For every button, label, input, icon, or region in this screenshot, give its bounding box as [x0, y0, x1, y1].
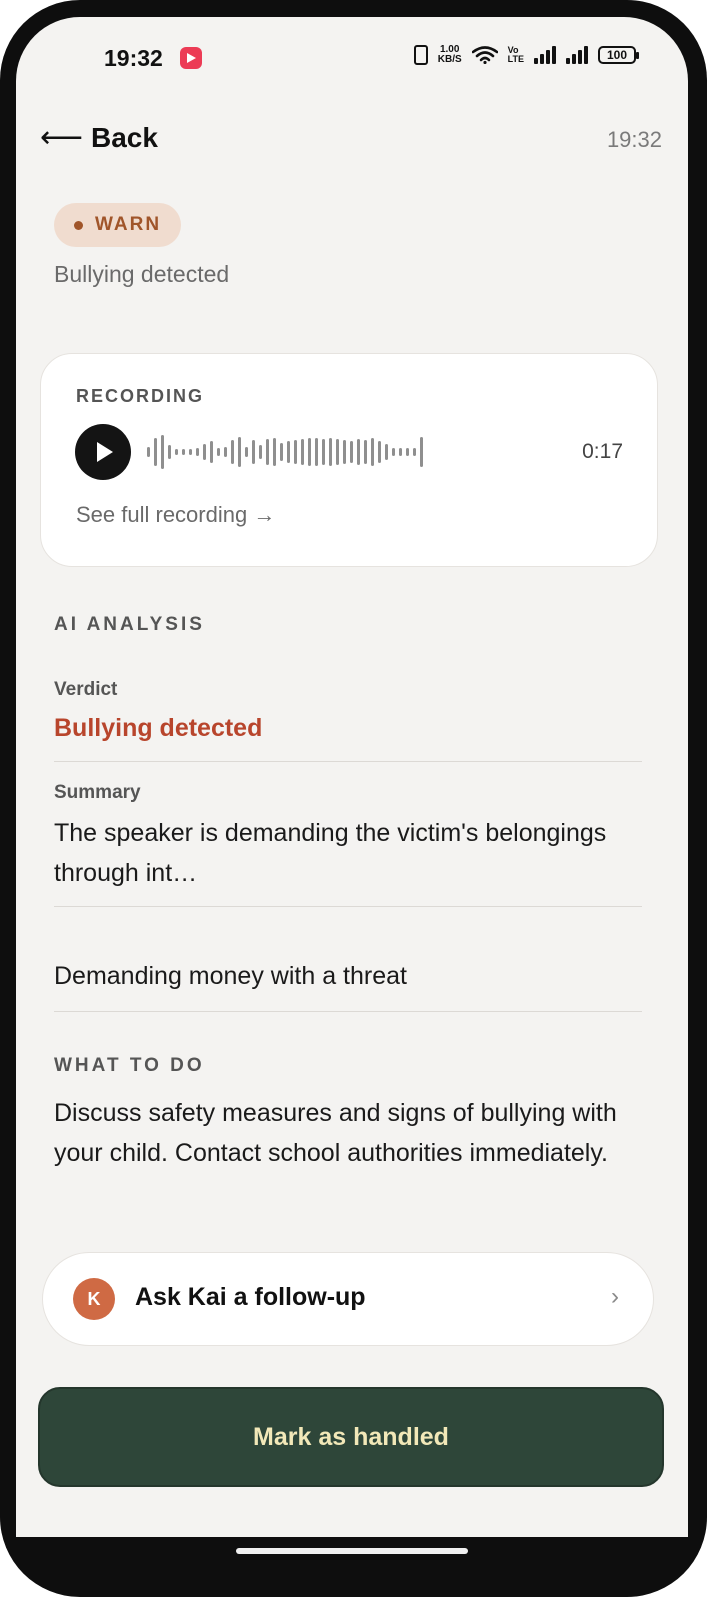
status-time: 19:32 [104, 45, 163, 71]
waveform-bar [336, 439, 339, 465]
header-time: 19:32 [606, 127, 662, 152]
waveform-bar [357, 439, 360, 465]
status-icons: 1.00 KB/S Vo LTE 100 [413, 45, 639, 65]
waveform-bar [168, 445, 171, 459]
what-to-do-title: WHAT TO DO [54, 1055, 205, 1076]
phone-frame: 19:32 1.00 KB/S Vo LTE 100 ⟵ Back 19:32 … [0, 0, 707, 1597]
ai-analysis-title: AI ANALYSIS [54, 614, 205, 635]
waveform-bar [322, 439, 325, 465]
wifi-icon [471, 46, 498, 64]
waveform-bar [371, 438, 374, 466]
verdict-label: Verdict [54, 679, 118, 700]
waveform-bar [378, 441, 381, 463]
audio-waveform[interactable] [147, 434, 547, 470]
waveform-bar [259, 445, 262, 459]
recording-card: RECORDING 0:17 See full recording → [40, 353, 658, 567]
waveform-bar [343, 440, 346, 464]
waveform-bar [399, 448, 402, 456]
play-button[interactable] [75, 424, 131, 480]
waveform-bar [287, 441, 290, 463]
volte-bottom: LTE [507, 54, 524, 64]
waveform-bar [252, 440, 255, 464]
net-speed: 1.00 KB/S [438, 45, 462, 65]
waveform-bar [203, 444, 206, 460]
waveform-bar [217, 448, 220, 456]
waveform-bar [406, 448, 409, 456]
ask-follow-up-button[interactable]: K Ask Kai a follow-up › [42, 1252, 654, 1346]
waveform-bar [350, 441, 353, 463]
waveform-bar [266, 439, 269, 465]
waveform-bar [245, 447, 248, 457]
chevron-right-icon: › [611, 1283, 619, 1310]
waveform-bar [210, 441, 213, 463]
signal-icon [534, 46, 556, 64]
waveform-bar [161, 435, 164, 469]
avatar: K [73, 1278, 115, 1320]
recording-duration: 0:17 [582, 440, 623, 463]
battery-icon: 100 [598, 46, 639, 64]
youtube-notification-icon [180, 47, 202, 69]
warn-dot-icon [74, 220, 83, 230]
waveform-bar [364, 440, 367, 464]
summary-text: The speaker is demanding the victim's be… [54, 819, 607, 887]
home-indicator[interactable] [236, 1548, 468, 1554]
screen: 19:32 1.00 KB/S Vo LTE 100 ⟵ Back 19:32 … [16, 17, 688, 1537]
waveform-bar [280, 443, 283, 461]
waveform-bar [315, 438, 318, 466]
waveform-bar [392, 448, 395, 456]
alert-subtitle: Bullying detected [54, 261, 230, 287]
waveform-bar [385, 444, 388, 460]
volte-indicator: Vo LTE [508, 46, 524, 64]
divider [54, 906, 642, 907]
divider [54, 1011, 642, 1012]
waveform-bar [224, 447, 227, 457]
verdict-value: Bullying detected [54, 714, 263, 742]
waveform-bar [308, 438, 311, 466]
mark-as-handled-label: Mark as handled [253, 1422, 449, 1451]
summary-label: Summary [54, 782, 141, 803]
waveform-bar [413, 448, 416, 456]
waveform-bar [182, 449, 185, 455]
warn-badge: WARN [54, 203, 182, 247]
waveform-bar [154, 438, 157, 466]
warn-label: WARN [95, 214, 162, 235]
waveform-bar [147, 447, 150, 457]
waveform-bar [196, 448, 199, 456]
waveform-bar [175, 449, 178, 455]
waveform-bar [329, 438, 332, 466]
waveform-bar [294, 440, 297, 464]
what-to-do-text: Discuss safety measures and signs of bul… [54, 1099, 617, 1167]
recording-title: RECORDING [76, 386, 205, 406]
mark-as-handled-button[interactable]: Mark as handled [38, 1387, 664, 1487]
arrow-left-icon: ⟵ [40, 121, 84, 154]
net-speed-unit: KB/S [437, 54, 462, 65]
divider [54, 761, 642, 762]
waveform-bar [273, 438, 276, 466]
ask-label: Ask Kai a follow-up [135, 1283, 366, 1311]
waveform-bar [301, 439, 304, 465]
back-button[interactable]: ⟵ Back [40, 122, 158, 154]
waveform-bar [238, 437, 241, 467]
see-full-recording-link[interactable]: See full recording → [76, 502, 275, 528]
signal-icon [566, 46, 588, 64]
vibrate-icon [413, 45, 428, 65]
back-label: Back [91, 122, 158, 153]
waveform-bar [420, 437, 423, 467]
waveform-bar [231, 440, 234, 464]
detail-text: Demanding money with a threat [54, 962, 407, 990]
waveform-bar [189, 449, 192, 455]
